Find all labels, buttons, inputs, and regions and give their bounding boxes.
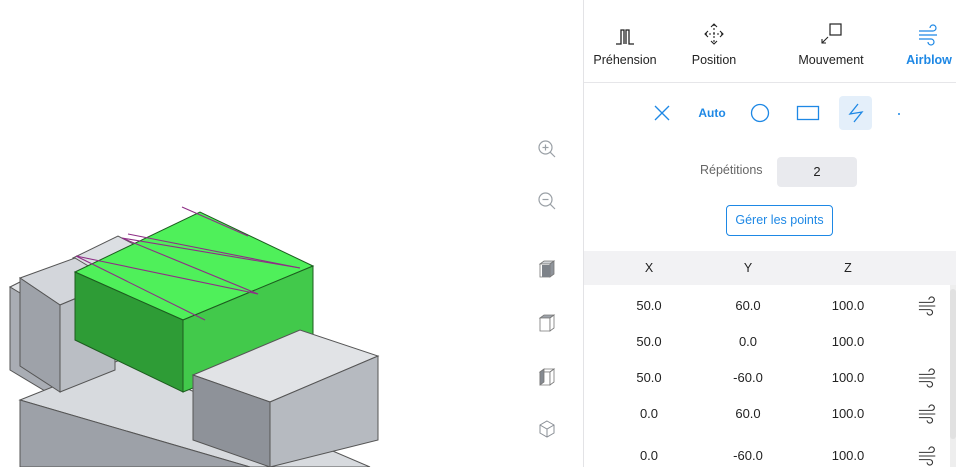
view-top-cube-icon[interactable] bbox=[536, 258, 558, 280]
zoom-out-icon[interactable] bbox=[536, 190, 558, 212]
airblow-panel: Préhension Position Mouvement Airblow Au… bbox=[583, 0, 956, 467]
cell-y: 60.0 bbox=[735, 298, 761, 313]
tab-label: Position bbox=[691, 53, 737, 67]
rectangle-icon[interactable] bbox=[794, 96, 822, 130]
cell-y: -60.0 bbox=[733, 370, 763, 385]
airblow-icon[interactable] bbox=[917, 446, 939, 466]
tab-prehension[interactable]: Préhension bbox=[584, 20, 667, 67]
column-header-z: Z bbox=[844, 261, 852, 275]
cell-z: 100.0 bbox=[831, 406, 865, 421]
view-iso-cube-icon[interactable] bbox=[536, 418, 558, 440]
cell-z: 100.0 bbox=[831, 370, 865, 385]
cell-x: 50.0 bbox=[636, 334, 662, 349]
column-header-y: Y bbox=[743, 261, 753, 275]
table-row[interactable]: 50.0 0.0 100.0 bbox=[584, 324, 949, 360]
cell-z: 100.0 bbox=[831, 334, 865, 349]
repetitions-label: Répétitions bbox=[700, 163, 763, 177]
manage-points-button[interactable]: Gérer les points bbox=[726, 205, 833, 236]
auto-option[interactable]: Auto bbox=[692, 96, 732, 130]
gripper-icon bbox=[584, 20, 667, 46]
zigzag-icon[interactable] bbox=[839, 96, 872, 130]
cell-x: 50.0 bbox=[636, 370, 662, 385]
move-arrows-icon bbox=[672, 20, 756, 46]
tab-label: Préhension bbox=[593, 53, 657, 67]
points-table-header: X Y Z bbox=[584, 251, 956, 285]
cell-y: -60.0 bbox=[733, 448, 763, 463]
airblow-icon bbox=[887, 20, 956, 46]
airblow-icon[interactable] bbox=[917, 368, 939, 388]
cell-y: 60.0 bbox=[735, 406, 761, 421]
view-side-cube-icon[interactable] bbox=[536, 366, 558, 388]
column-header-x: X bbox=[644, 261, 654, 275]
table-scrollbar[interactable] bbox=[950, 285, 956, 467]
zoom-in-icon[interactable] bbox=[536, 138, 558, 160]
3d-viewport[interactable] bbox=[0, 0, 583, 467]
scene-render bbox=[8, 206, 380, 467]
cell-x: 50.0 bbox=[636, 298, 662, 313]
cell-y: 0.0 bbox=[738, 334, 758, 349]
cell-z: 100.0 bbox=[831, 448, 865, 463]
tab-mouvement[interactable]: Mouvement bbox=[789, 20, 873, 67]
airblow-icon[interactable] bbox=[917, 404, 939, 424]
tab-label: Mouvement bbox=[798, 53, 864, 67]
repetitions-input[interactable]: 2 bbox=[777, 157, 857, 187]
scrollbar-thumb[interactable] bbox=[950, 289, 956, 439]
cell-x: 0.0 bbox=[639, 406, 659, 421]
table-row[interactable]: 0.0 -60.0 100.0 bbox=[584, 438, 949, 467]
table-row[interactable]: 0.0 60.0 100.0 bbox=[584, 396, 949, 432]
tab-position[interactable]: Position bbox=[672, 20, 756, 67]
close-icon[interactable] bbox=[650, 96, 674, 130]
dot-icon[interactable] bbox=[893, 96, 905, 130]
path-shape-selector: Auto bbox=[584, 96, 956, 130]
mode-tabs: Préhension Position Mouvement Airblow bbox=[584, 0, 956, 83]
table-row[interactable]: 50.0 60.0 100.0 bbox=[584, 288, 949, 324]
cell-z: 100.0 bbox=[831, 298, 865, 313]
table-row[interactable]: 50.0 -60.0 100.0 bbox=[584, 360, 949, 396]
circle-icon[interactable] bbox=[748, 96, 772, 130]
tab-airblow[interactable]: Airblow bbox=[887, 20, 956, 67]
tab-label: Airblow bbox=[906, 53, 952, 67]
movement-icon bbox=[789, 20, 873, 46]
cell-x: 0.0 bbox=[639, 448, 659, 463]
airblow-icon[interactable] bbox=[917, 296, 939, 316]
view-front-cube-icon[interactable] bbox=[536, 312, 558, 334]
